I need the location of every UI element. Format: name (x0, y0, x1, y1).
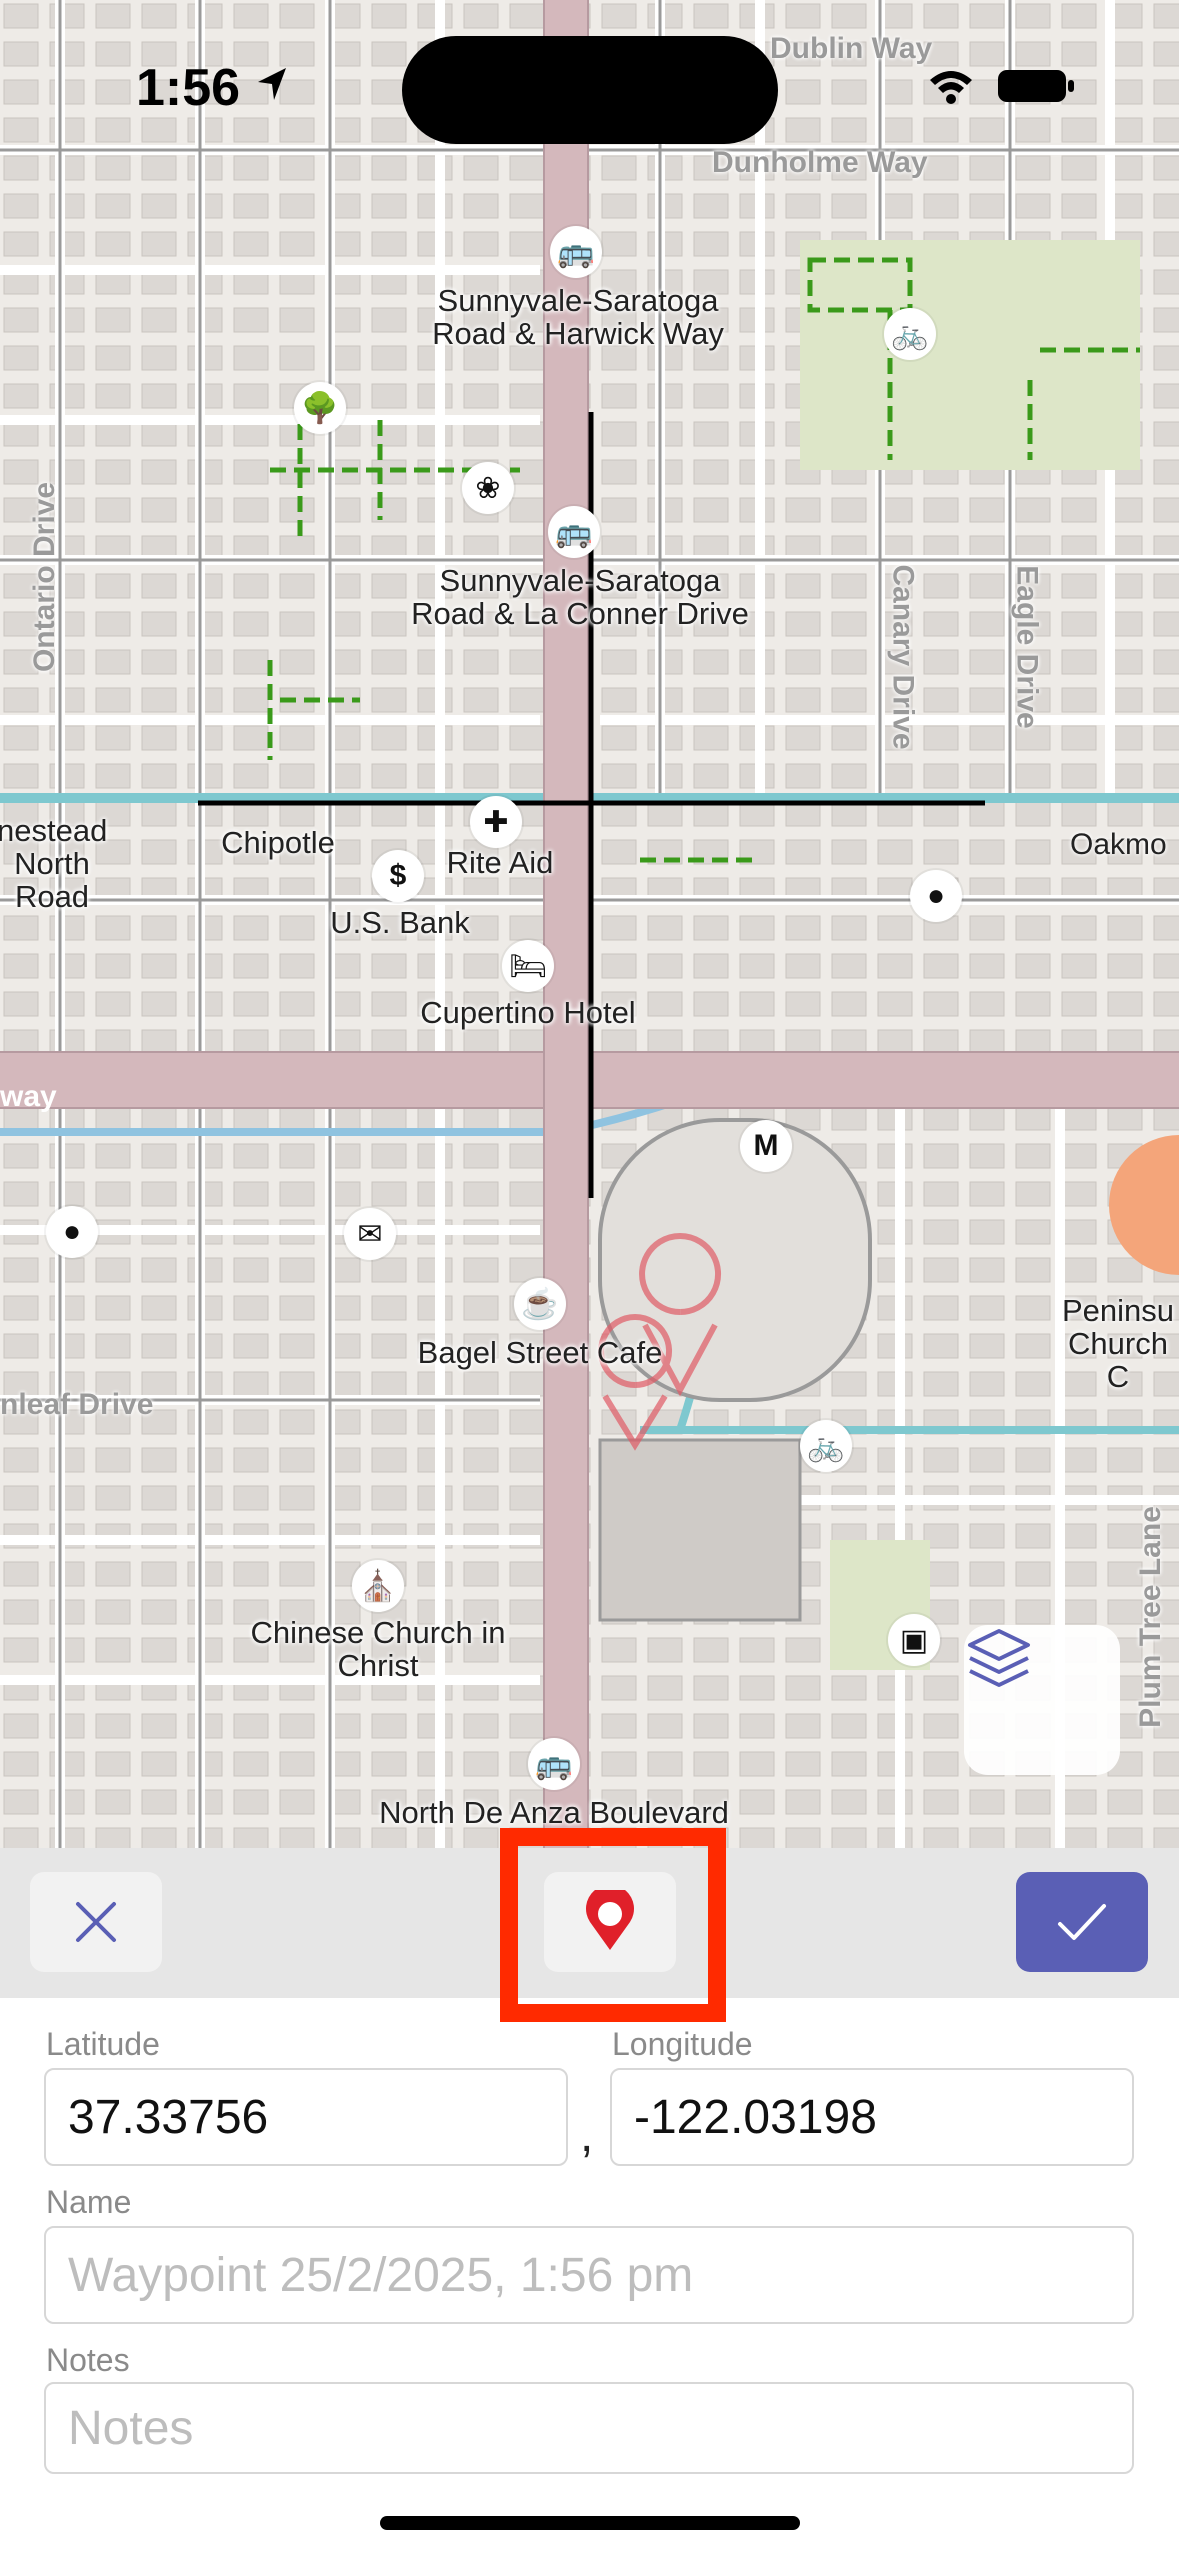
map-view[interactable]: Dublin Way Dunholme Way Ontario Drive Ca… (0, 0, 1179, 1848)
sports-icon: ● (910, 870, 962, 922)
map-base (0, 0, 1179, 1848)
map-layers-button[interactable] (964, 1625, 1120, 1775)
street-label: Canary Drive (886, 564, 920, 750)
street-label: nleaf Drive (0, 1388, 154, 1421)
soccer-field-icon: ▣ (888, 1614, 940, 1666)
bicycle-icon: 🚲 (884, 308, 936, 360)
cafe-icon[interactable]: ☕ (514, 1278, 566, 1330)
tree-icon: 🌳 (294, 382, 346, 434)
poi-label: Sunnyvale-Saratoga Road & La Conner Driv… (411, 563, 749, 631)
notes-label: Notes (46, 2342, 130, 2378)
home-indicator (380, 2516, 800, 2530)
name-label: Name (46, 2184, 132, 2220)
poi-label: Chipotle (221, 825, 335, 860)
latitude-label: Latitude (46, 2026, 160, 2062)
mail-icon[interactable]: ✉ (344, 1208, 396, 1260)
latitude-field[interactable]: 37.33756 (44, 2068, 568, 2166)
street-label: Plum Tree Lane (1133, 1506, 1167, 1728)
location-arrow-icon (258, 68, 286, 100)
poi-label: U.S. Bank (330, 905, 470, 940)
longitude-label: Longitude (612, 2026, 753, 2062)
poi-label: Chinese Church in Christ (250, 1615, 506, 1683)
wifi-icon (930, 71, 972, 104)
highlight-box (500, 1828, 726, 2022)
bus-stop-icon[interactable]: 🚌 (528, 1738, 580, 1790)
hotel-icon[interactable]: 🛏 (502, 940, 554, 992)
street-label: Dunholme Way (712, 146, 928, 179)
longitude-field[interactable]: -122.03198 (610, 2068, 1134, 2166)
layers-icon (968, 1629, 1030, 1687)
bus-stop-icon[interactable]: 🚌 (550, 226, 602, 278)
poi-label: Rite Aid (446, 845, 554, 880)
poi-label: Sunnyvale-Saratoga Road & Harwick Way (432, 283, 724, 351)
bicycle-icon: 🚲 (800, 1420, 852, 1472)
subway-icon[interactable]: M (740, 1120, 792, 1172)
street-label: Oakmo (1070, 828, 1167, 861)
street-label: Ontario Drive (28, 481, 62, 673)
church-icon[interactable]: ⛪ (352, 1560, 404, 1612)
notes-field[interactable]: Notes (44, 2382, 1134, 2474)
dynamic-island (402, 36, 778, 144)
street-label: Eagle Drive (1010, 565, 1044, 729)
street-label: way (0, 1080, 57, 1113)
checkmark-icon (1058, 1904, 1106, 1940)
poi-label: Bagel Street Cafe (417, 1335, 663, 1370)
status-bar-time: 1:56 (136, 59, 241, 117)
cancel-button[interactable] (30, 1872, 162, 1972)
street-label: Dublin Way (770, 32, 933, 65)
name-field[interactable]: Waypoint 25/2/2025, 1:56 pm (44, 2226, 1134, 2324)
poi-label: Cupertino Hotel (420, 995, 636, 1030)
street-label: nestead North Road (0, 813, 108, 914)
poi-label: North De Anza Boulevard (379, 1795, 729, 1830)
close-icon (76, 1902, 116, 1942)
sports-icon: ● (46, 1206, 98, 1258)
bus-stop-icon[interactable]: 🚌 (548, 506, 600, 558)
coordinate-separator: , (580, 2109, 594, 2162)
pharmacy-icon[interactable]: ✚ (470, 796, 522, 848)
playground-icon: ❀ (462, 462, 514, 514)
confirm-button[interactable] (1016, 1872, 1148, 1972)
bank-icon[interactable]: $ (372, 850, 424, 902)
poi-label: Peninsu Church C (1061, 1293, 1175, 1394)
battery-icon (998, 70, 1074, 102)
